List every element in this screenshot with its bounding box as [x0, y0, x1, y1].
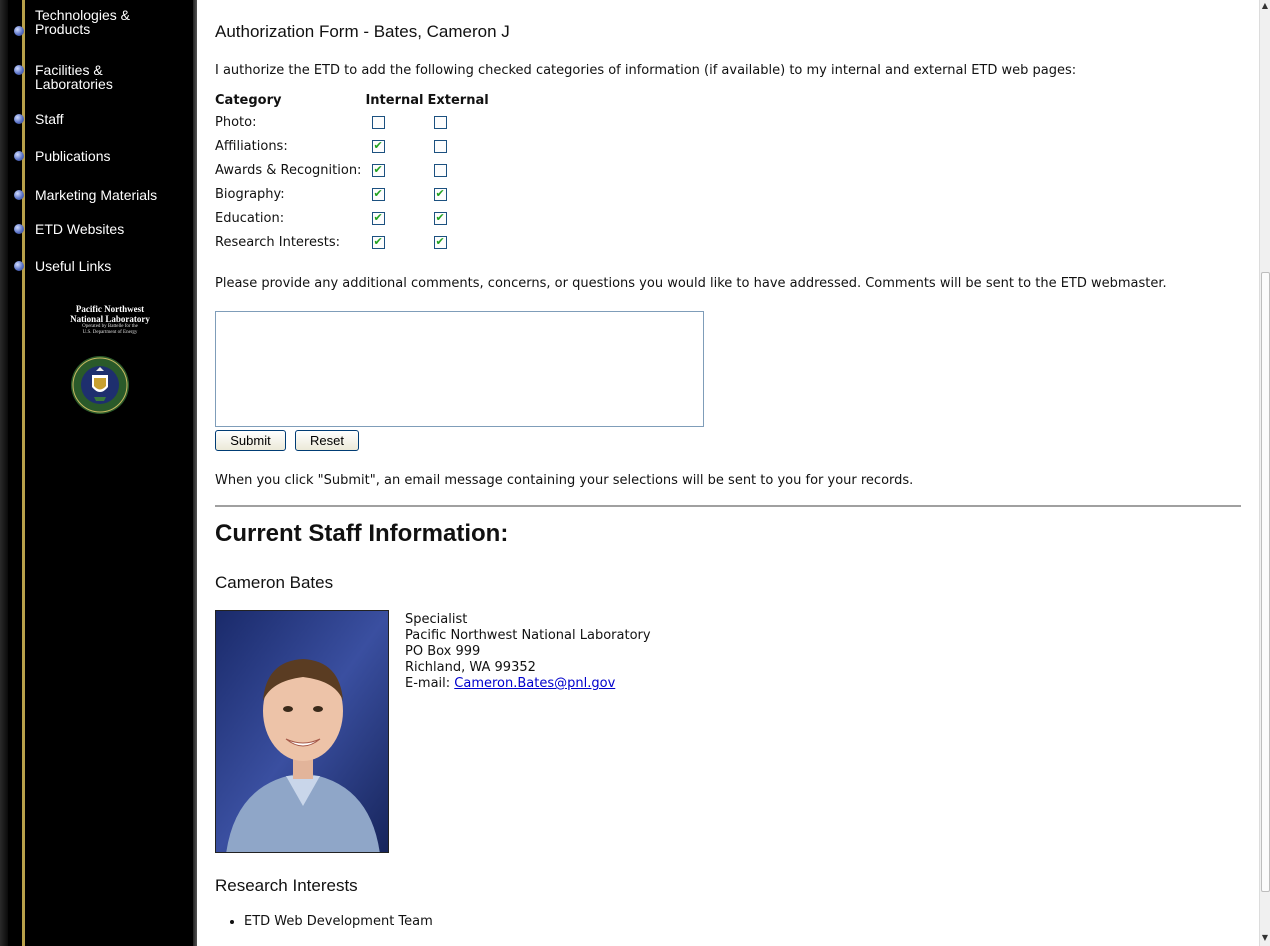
research-interests-list: ETD Web Development Team: [215, 914, 433, 929]
external-cell: [427, 230, 492, 254]
bullet-icon: [14, 151, 24, 161]
email-link[interactable]: Cameron.Bates@pnl.gov: [454, 676, 615, 691]
staff-email-row: E-mail: Cameron.Bates@pnl.gov: [405, 676, 651, 692]
staff-photo: [215, 610, 389, 853]
external-cell: [427, 206, 492, 230]
category-row: Research Interests:: [215, 230, 493, 254]
comments-textarea[interactable]: [215, 311, 704, 427]
bullet-icon: [14, 261, 24, 271]
external-checkbox[interactable]: [434, 186, 448, 201]
staff-contact-info: Specialist Pacific Northwest National La…: [405, 612, 651, 692]
list-item: ETD Web Development Team: [244, 914, 433, 929]
sidebar-item-publications[interactable]: Publications: [14, 149, 111, 163]
category-label: Research Interests:: [215, 234, 341, 250]
staff-name: Cameron Bates: [215, 573, 334, 592]
bullet-icon: [14, 224, 24, 234]
external-checkbox[interactable]: [434, 115, 448, 129]
sidebar-shade: [0, 0, 8, 946]
staff-address-line: Richland, WA 99352: [405, 660, 536, 675]
form-intro-text: I authorize the ETD to add the following…: [215, 63, 1077, 78]
external-header: External: [427, 92, 489, 108]
internal-cell: [365, 110, 427, 134]
reset-button[interactable]: Reset: [295, 430, 359, 451]
category-table: Category Internal External Photo: Affilia…: [215, 92, 493, 254]
sidebar-item-label: Technologies & Products: [35, 7, 130, 37]
internal-checkbox[interactable]: [372, 162, 386, 177]
external-checkbox[interactable]: [434, 139, 448, 153]
bullet-icon: [14, 26, 24, 36]
table-header-row: Category Internal External: [215, 92, 493, 110]
staff-address-line: PO Box 999: [405, 644, 481, 659]
external-checkbox[interactable]: [434, 234, 448, 249]
sidebar-item-facilities-laboratories[interactable]: Facilities & Laboratories: [14, 63, 113, 91]
scroll-up-arrow-icon[interactable]: ▲: [1260, 0, 1270, 12]
category-row: Biography:: [215, 182, 493, 206]
category-label: Affiliations:: [215, 138, 288, 154]
category-row: Affiliations:: [215, 134, 493, 158]
research-interests-heading: Research Interests: [215, 876, 358, 895]
sidebar: Technologies & Products Facilities & Lab…: [0, 0, 197, 946]
category-label: Education:: [215, 210, 285, 226]
sidebar-divider-line: [22, 0, 25, 946]
staff-title: Specialist: [405, 612, 468, 627]
comments-instructions: Please provide any additional comments, …: [215, 276, 1167, 291]
sidebar-item-staff[interactable]: Staff: [14, 112, 64, 126]
bullet-icon: [14, 114, 24, 124]
internal-checkbox[interactable]: [372, 234, 386, 249]
sidebar-item-label: Marketing Materials: [35, 187, 158, 203]
internal-header: Internal: [365, 92, 424, 108]
doe-seal-icon: [71, 356, 129, 414]
external-cell: [427, 182, 492, 206]
internal-checkbox[interactable]: [372, 210, 386, 225]
internal-checkbox[interactable]: [372, 186, 386, 201]
internal-checkbox[interactable]: [372, 138, 386, 153]
category-label: Photo:: [215, 114, 257, 130]
internal-cell: [365, 134, 427, 158]
logo-line: U.S. Department of Energy: [82, 330, 138, 335]
external-cell: [427, 134, 492, 158]
external-checkbox[interactable]: [434, 210, 448, 225]
form-title: Authorization Form - Bates, Cameron J: [215, 22, 510, 41]
sidebar-item-label: Facilities & Laboratories: [35, 62, 113, 92]
sidebar-item-label: ETD Websites: [35, 221, 125, 237]
logo-line: Pacific Northwest: [75, 304, 145, 314]
sidebar-item-technologies-products[interactable]: Technologies & Products: [14, 8, 130, 36]
section-divider: [215, 505, 1241, 507]
submit-button[interactable]: Submit: [215, 430, 286, 451]
sidebar-item-label: Publications: [35, 148, 111, 164]
internal-cell: [365, 206, 427, 230]
external-cell: [427, 158, 492, 182]
category-header: Category: [215, 92, 282, 108]
internal-cell: [365, 182, 427, 206]
internal-checkbox[interactable]: [372, 115, 386, 129]
staff-organization: Pacific Northwest National Laboratory: [405, 628, 651, 643]
sidebar-item-useful-links[interactable]: Useful Links: [14, 259, 111, 273]
internal-cell: [365, 230, 427, 254]
vertical-scrollbar[interactable]: ▲ ▼: [1259, 0, 1270, 946]
category-row: Awards & Recognition:: [215, 158, 493, 182]
bullet-icon: [14, 190, 24, 200]
category-row: Education:: [215, 206, 493, 230]
external-checkbox[interactable]: [434, 163, 448, 177]
staff-section-heading: Current Staff Information:: [215, 520, 509, 547]
scroll-down-arrow-icon[interactable]: ▼: [1260, 932, 1270, 944]
bullet-icon: [14, 65, 24, 75]
pnnl-logo[interactable]: Pacific Northwest National Laboratory Op…: [38, 304, 182, 336]
scrollbar-thumb[interactable]: [1261, 272, 1270, 892]
category-row: Photo:: [215, 110, 493, 134]
sidebar-item-label: Staff: [35, 111, 64, 127]
main-content: Authorization Form - Bates, Cameron J I …: [215, 0, 1250, 946]
category-label: Awards & Recognition:: [215, 162, 362, 178]
sidebar-item-etd-websites[interactable]: ETD Websites: [14, 222, 124, 236]
external-cell: [427, 110, 492, 134]
logo-line: National Laboratory: [70, 314, 150, 324]
email-label: E-mail:: [405, 676, 451, 691]
submit-note: When you click "Submit", an email messag…: [215, 473, 914, 488]
sidebar-item-marketing-materials[interactable]: Marketing Materials: [14, 188, 157, 202]
sidebar-edge: [193, 0, 197, 946]
sidebar-item-label: Useful Links: [35, 258, 112, 274]
category-label: Biography:: [215, 186, 285, 202]
internal-cell: [365, 158, 427, 182]
